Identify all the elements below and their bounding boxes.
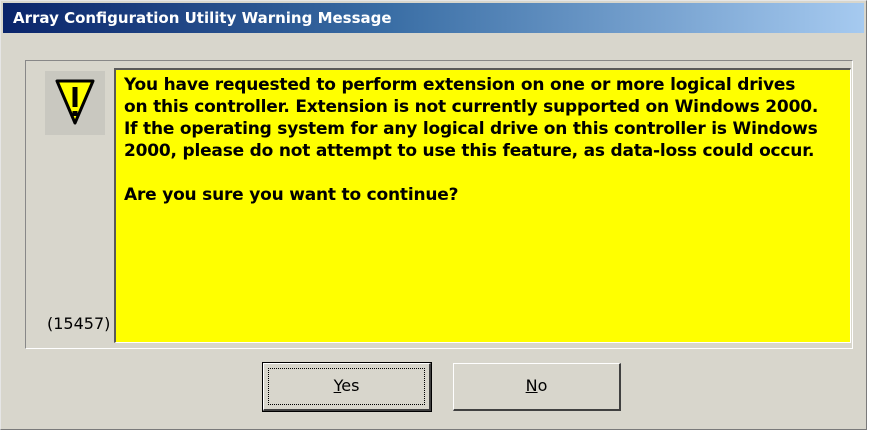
no-label-rest: o — [537, 376, 548, 395]
warning-icon — [45, 71, 105, 135]
message-line: on this controller. Extension is not cur… — [124, 97, 819, 117]
yes-button[interactable]: Yes — [262, 362, 432, 412]
warning-dialog: Array Configuration Utility Warning Mess… — [0, 0, 867, 430]
dialog-title[interactable]: Array Configuration Utility Warning Mess… — [3, 3, 864, 33]
error-code: (15457) — [47, 314, 111, 333]
focus-ring — [268, 368, 425, 405]
no-button[interactable]: No — [453, 363, 621, 411]
no-mnemonic: N — [525, 376, 538, 395]
warning-message-box: You have requested to perform extension … — [114, 68, 851, 343]
confirm-question: Are you sure you want to continue? — [124, 185, 459, 205]
message-line: You have requested to perform extension … — [124, 75, 796, 95]
message-line: If the operating system for any logical … — [124, 119, 818, 139]
message-line: 2000, please do not attempt to use this … — [124, 141, 815, 161]
